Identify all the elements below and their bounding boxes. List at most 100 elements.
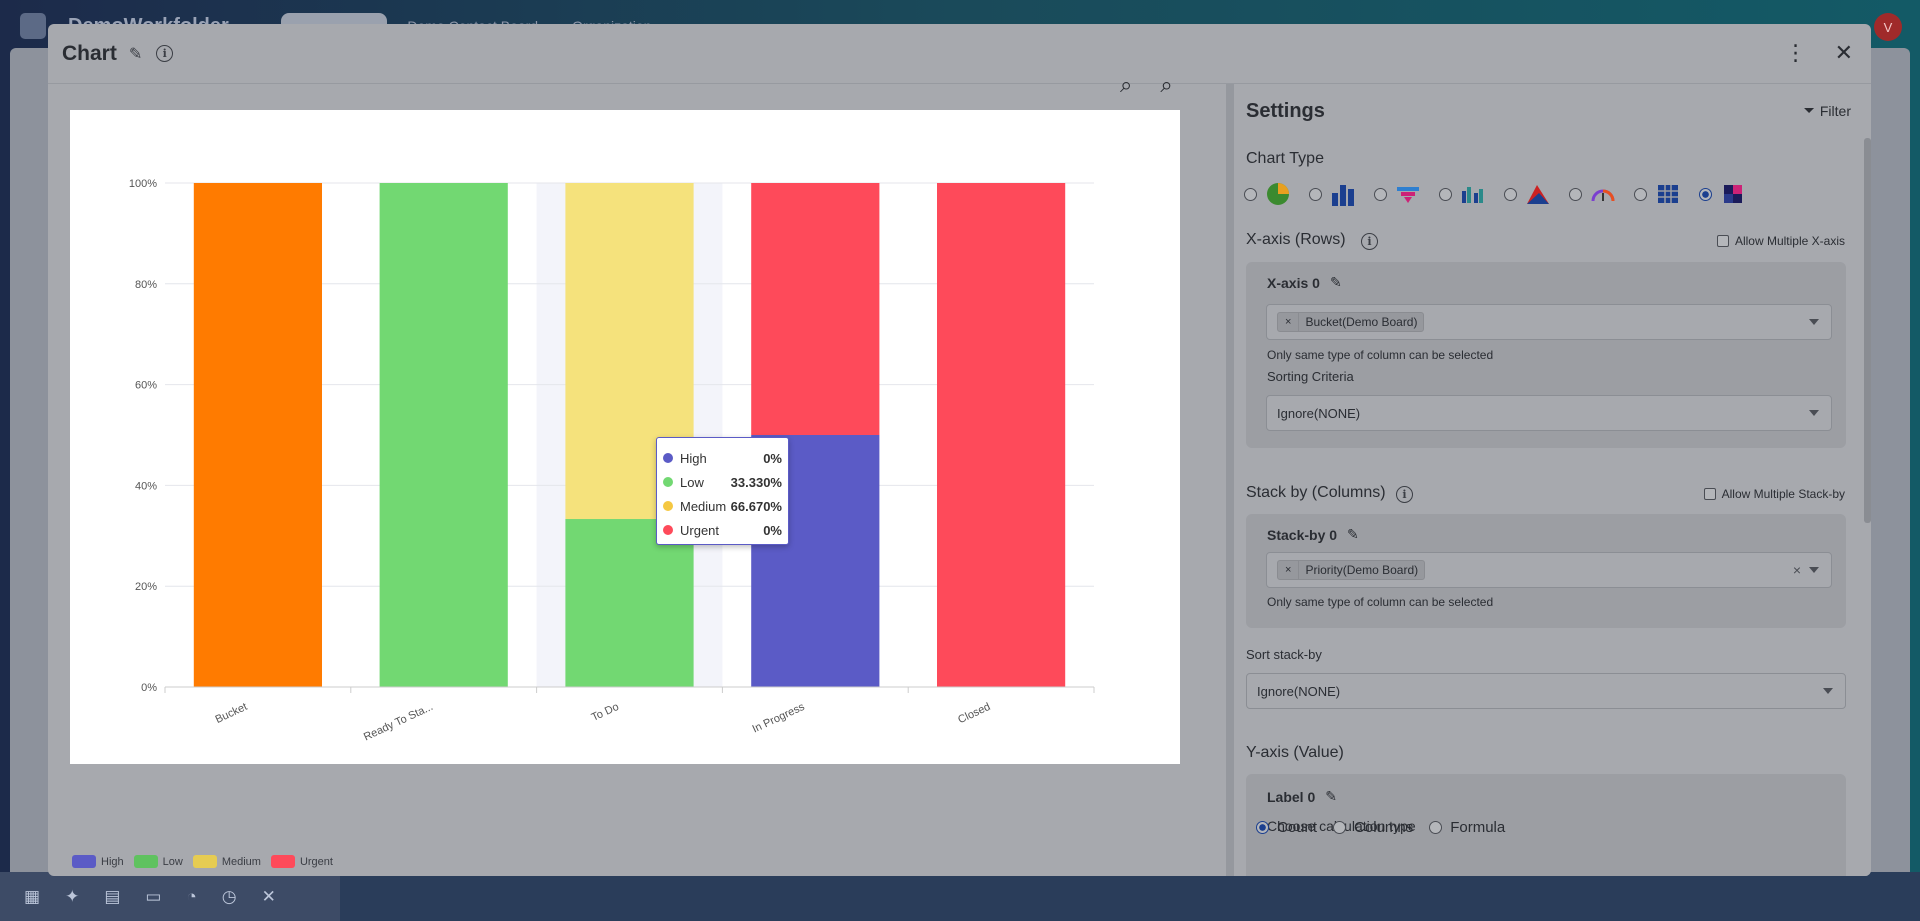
- filter-button[interactable]: ⏷ Filter: [1804, 102, 1851, 119]
- legend-item[interactable]: Medium: [192, 855, 261, 868]
- remove-chip-icon[interactable]: ×: [1278, 313, 1300, 331]
- legend-swatch: [192, 855, 217, 868]
- tooltip-series-name: High: [680, 450, 707, 466]
- x-axis-info-icon[interactable]: i: [1361, 233, 1378, 250]
- panel-divider[interactable]: [1226, 84, 1234, 876]
- filter-label: Filter: [1819, 102, 1851, 119]
- chart-type-heatmap[interactable]: [1699, 181, 1746, 207]
- zoom-controls: ⌕ ⌕: [1120, 72, 1173, 98]
- x-tick-label: To Do: [590, 701, 621, 724]
- chevron-down-icon: [1809, 410, 1819, 416]
- chart-type-pivot[interactable]: [1634, 181, 1681, 207]
- remove-chip-icon[interactable]: ×: [1278, 561, 1300, 579]
- filter-icon: ⏷: [1803, 102, 1815, 118]
- legend-dot-icon: [663, 525, 673, 535]
- pie-chart-icon: [1267, 183, 1289, 205]
- legend-item[interactable]: Urgent: [270, 855, 333, 868]
- document-icon[interactable]: ▤: [104, 887, 120, 907]
- x-tick-label: Bucket: [214, 701, 250, 726]
- chart-type-pie[interactable]: [1244, 181, 1291, 207]
- allow-multiple-stack-by-checkbox[interactable]: [1703, 488, 1716, 500]
- tooltip-series-name: Low: [680, 474, 704, 490]
- chart-type-area[interactable]: [1504, 181, 1551, 207]
- legend-dot-icon: [663, 477, 673, 487]
- zoom-out-icon[interactable]: ⌕: [1160, 72, 1172, 98]
- close-icon[interactable]: ✕: [1835, 40, 1853, 66]
- settings-scrollbar[interactable]: [1864, 138, 1871, 523]
- chart-type-bar[interactable]: [1309, 181, 1356, 207]
- grouped-bar-icon: [1462, 187, 1483, 203]
- edit-pencil-icon[interactable]: ✎: [129, 44, 142, 64]
- sorting-criteria-select[interactable]: Ignore(NONE): [1266, 395, 1832, 431]
- bar-segment[interactable]: [379, 183, 508, 687]
- calc-option-count[interactable]: Count: [1256, 819, 1317, 836]
- legend-item[interactable]: High: [72, 855, 124, 868]
- stack-by-column-select[interactable]: × Priority(Demo Board) ×: [1266, 552, 1832, 588]
- allow-multiple-stack-by[interactable]: Allow Multiple Stack-by: [1703, 487, 1845, 501]
- more-vertical-icon[interactable]: ⋮: [1785, 40, 1807, 66]
- edit-pencil-icon[interactable]: ✎: [1347, 526, 1359, 543]
- stack-by-info-icon[interactable]: i: [1396, 486, 1413, 503]
- chevron-down-icon: [1809, 319, 1819, 325]
- x-axis-box: X-axis 0 ✎ × Bucket(Demo Board) Only sam…: [1246, 262, 1846, 448]
- chevron-down-icon: [1823, 688, 1833, 694]
- tooltip-row: Urgent 0%: [663, 518, 782, 542]
- y-tick-label: 60%: [135, 380, 157, 392]
- chart-type-grouped-bar[interactable]: [1439, 181, 1486, 207]
- chart-type-gauge[interactable]: [1569, 181, 1616, 207]
- home-icon[interactable]: [20, 13, 46, 39]
- tooltip-series-value: 0%: [763, 522, 782, 538]
- sorting-criteria-value: Ignore(NONE): [1277, 405, 1361, 421]
- bar-segment[interactable]: [751, 183, 880, 435]
- stack-by-chip-label: Priority(Demo Board): [1305, 563, 1419, 577]
- bar-segment[interactable]: [193, 183, 323, 687]
- edit-pencil-icon[interactable]: ✎: [1330, 274, 1342, 291]
- legend-swatch: [133, 855, 158, 868]
- info-icon[interactable]: i: [156, 45, 174, 62]
- bar-segment[interactable]: [936, 183, 1066, 687]
- edit-pencil-icon[interactable]: ✎: [1325, 788, 1337, 805]
- legend-dot-icon: [663, 501, 673, 511]
- calc-option-columns[interactable]: Columns: [1333, 819, 1413, 836]
- sort-stack-by-value: Ignore(NONE): [1257, 683, 1341, 699]
- x-axis-chip: × Bucket(Demo Board): [1277, 312, 1425, 332]
- legend-dot-icon: [663, 453, 673, 463]
- chart-type-funnel[interactable]: [1374, 181, 1421, 207]
- stack-by-hint: Only same type of column can be selected: [1267, 595, 1494, 609]
- stack-by-label: Stack by (Columns): [1246, 484, 1386, 501]
- bar-chart-icon: [1332, 185, 1354, 206]
- tooltip-row: Low 33.330%: [663, 470, 782, 494]
- sparkle-icon[interactable]: ✦: [65, 887, 79, 907]
- legend-label: Medium: [221, 855, 261, 868]
- apps-grid-icon[interactable]: ▦: [24, 887, 40, 907]
- gauge-icon[interactable]: ◔: [186, 887, 196, 907]
- allow-multiple-x-axis[interactable]: Allow Multiple X-axis: [1716, 234, 1845, 248]
- avatar[interactable]: V: [1874, 13, 1902, 41]
- pivot-table-icon: [1658, 185, 1678, 203]
- legend-item[interactable]: Low: [133, 855, 183, 868]
- calc-option-formula[interactable]: Formula: [1429, 819, 1505, 836]
- clear-selection-icon[interactable]: ×: [1793, 562, 1801, 578]
- legend-label: Low: [162, 855, 183, 868]
- stack-by-box: Stack-by 0 ✎ × Priority(Demo Board) × On…: [1246, 514, 1846, 628]
- timer-icon[interactable]: ◷: [222, 887, 237, 907]
- sort-stack-by-select[interactable]: Ignore(NONE): [1246, 673, 1846, 709]
- calc-option-formula-label: Formula: [1450, 819, 1506, 836]
- pin-icon[interactable]: ✕: [262, 887, 276, 907]
- y-tick-label: 20%: [135, 581, 157, 593]
- tooltip-row: High 0%: [663, 446, 782, 470]
- stacked-percent-bar-chart: 0% 20% 40% 60% 80% 100% Bucket Ready To Sta... T…: [129, 178, 1095, 743]
- chart-legend: High Low Medium Urgent: [72, 855, 333, 868]
- allow-multiple-stack-by-label: Allow Multiple Stack-by: [1721, 487, 1845, 501]
- x-tick-label: Closed: [956, 701, 992, 726]
- zoom-in-icon[interactable]: ⌕: [1120, 72, 1132, 98]
- id-card-icon[interactable]: ▭: [145, 887, 161, 907]
- x-axis-column-select[interactable]: × Bucket(Demo Board): [1266, 304, 1832, 340]
- stack-by-item-title-text: Stack-by 0: [1267, 526, 1338, 543]
- y-axis-item-title: Label 0 ✎: [1267, 788, 1337, 805]
- sorting-criteria-label: Sorting Criteria: [1267, 369, 1354, 384]
- allow-multiple-x-axis-checkbox[interactable]: [1716, 235, 1729, 247]
- chevron-down-icon: [1809, 567, 1819, 573]
- calc-option-count-label: Count: [1277, 819, 1318, 836]
- tooltip-row: Medium 66.670%: [663, 494, 782, 518]
